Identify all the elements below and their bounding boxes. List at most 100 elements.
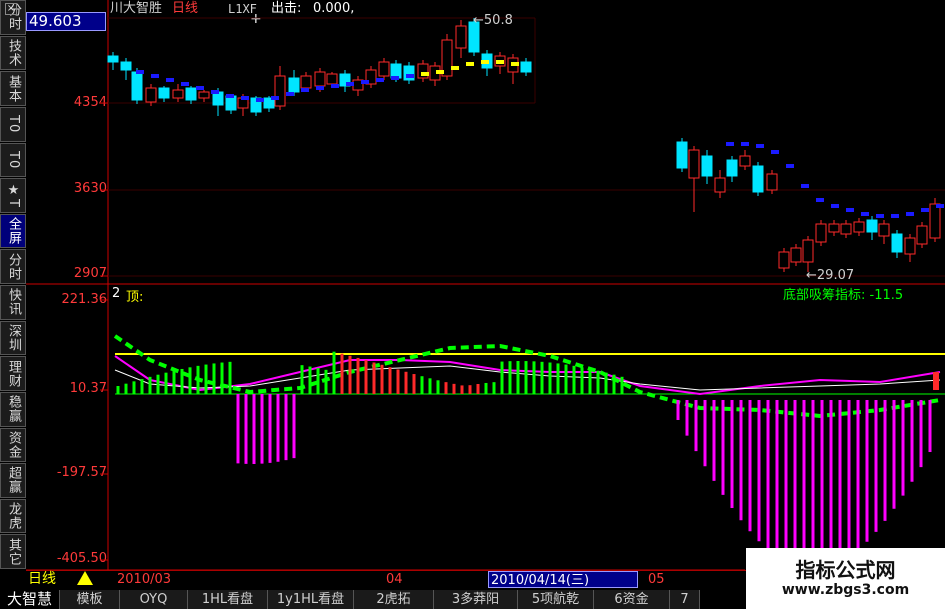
candle-body [172, 89, 184, 99]
candle-body [131, 71, 143, 101]
candle-body [714, 177, 726, 193]
candle-body [688, 149, 700, 179]
candle-body [288, 77, 300, 93]
candle-body [300, 75, 312, 89]
ma-dot [406, 74, 414, 78]
candle-body [878, 223, 890, 237]
ma-dot [346, 82, 354, 86]
ma-dot [196, 86, 204, 90]
bottom-indicator-label: 底部吸筹指标: -11.5 [783, 288, 904, 303]
candle-body [778, 251, 790, 269]
stock-chart-window: 分时 技术 基本 T0 T0 ★T 全屏 分时 快讯 深圳 理财 稳赢 资金 超赢 龙虎 其它 × 49.60… [0, 0, 945, 609]
ma-dot [906, 212, 914, 216]
bottom-tab[interactable]: 大智慧 [0, 590, 60, 609]
ma-dot [786, 164, 794, 168]
ma-dot [316, 86, 324, 90]
indicator-bar [933, 372, 939, 390]
candle-body [739, 155, 751, 167]
ma-dot [891, 214, 899, 218]
candle-body [378, 61, 390, 77]
ma-dot [801, 184, 809, 188]
candle-body [866, 219, 878, 233]
ma-dot [861, 212, 869, 216]
ma-dot [286, 92, 294, 96]
ma-dot [481, 60, 489, 64]
ma-dot [181, 82, 189, 86]
ma-dot [376, 78, 384, 82]
candle-body [815, 223, 827, 243]
candle-body [701, 155, 713, 177]
bottom-tab[interactable]: 6资金 [594, 590, 670, 609]
bottom-tab[interactable]: 5项航乾 [518, 590, 594, 609]
ma-dot [466, 62, 474, 66]
candle-body [390, 63, 402, 79]
ma-dot [211, 90, 219, 94]
bottom-tab[interactable]: 7 [670, 590, 700, 609]
date-label-april: 04 [386, 572, 403, 587]
moving-average-dots [136, 60, 944, 218]
watermark-box: 指标公式网 www.zbgs3.com [746, 548, 945, 609]
candle-body [916, 225, 928, 245]
ma-dot [741, 142, 749, 146]
ma-dot [151, 74, 159, 78]
ma-dot [451, 66, 459, 70]
bottom-tab[interactable]: 1y1HL看盘 [268, 590, 354, 609]
date-label-cursor: 2010/04/14(三) [488, 571, 638, 588]
candle-body [120, 61, 132, 71]
bottom-tab[interactable]: 3多莽阳 [434, 590, 518, 609]
bottom-tab[interactable]: OYQ [120, 590, 188, 609]
ma-dot [136, 70, 144, 74]
candle-body [274, 75, 286, 107]
ma-dot [271, 96, 279, 100]
ma-dot [831, 204, 839, 208]
candle-body [145, 87, 157, 103]
ma-dot [436, 70, 444, 74]
candle-body [198, 91, 210, 99]
high-marker-annotation: ←50.8 [473, 13, 513, 28]
bottom-tab[interactable]: 模板 [60, 590, 120, 609]
ma-dot [726, 142, 734, 146]
bottom-tab[interactable]: 1HL看盘 [188, 590, 268, 609]
period-toggle-icon[interactable] [77, 571, 93, 585]
candle-body [766, 173, 778, 191]
period-toggle[interactable]: 日线 [28, 571, 56, 588]
ma-dot [936, 204, 944, 208]
ma-dot [816, 198, 824, 202]
candle-body [828, 223, 840, 233]
watermark-title: 指标公式网 [795, 558, 896, 582]
candle-body [840, 223, 852, 235]
candle-body [455, 25, 467, 49]
candle-body [891, 233, 903, 253]
candle-body [326, 73, 338, 85]
low-marker-annotation: ←29.07 [806, 268, 855, 283]
ma-dot [846, 208, 854, 212]
ma-dot [496, 60, 504, 64]
ma-dot [421, 72, 429, 76]
candle-body [904, 237, 916, 255]
candle-body [314, 71, 326, 87]
candle-body [929, 203, 941, 239]
candle-body [158, 87, 170, 99]
ma-dot [256, 98, 264, 102]
ma-dot [301, 88, 309, 92]
watermark-url: www.zbgs3.com [781, 582, 910, 598]
candle-body [790, 247, 802, 263]
high-marker-value: 50.8 [483, 13, 513, 28]
candle-body [225, 95, 237, 111]
ma-dot [226, 94, 234, 98]
ma-dot [921, 208, 929, 212]
low-marker-value: 29.07 [816, 268, 855, 283]
candle-body [185, 87, 197, 101]
candle-body [802, 239, 814, 263]
ma-dot [361, 80, 369, 84]
ma-dot [391, 76, 399, 80]
candle-body [107, 55, 119, 63]
chart-canvas [26, 0, 945, 571]
candle-body [676, 141, 688, 169]
ma-dot [756, 144, 764, 148]
ma-dot [511, 62, 519, 66]
candle-body [726, 159, 738, 177]
candle-body [853, 221, 865, 233]
bottom-tab[interactable]: 2虎拓 [354, 590, 434, 609]
candle-body [520, 61, 532, 73]
